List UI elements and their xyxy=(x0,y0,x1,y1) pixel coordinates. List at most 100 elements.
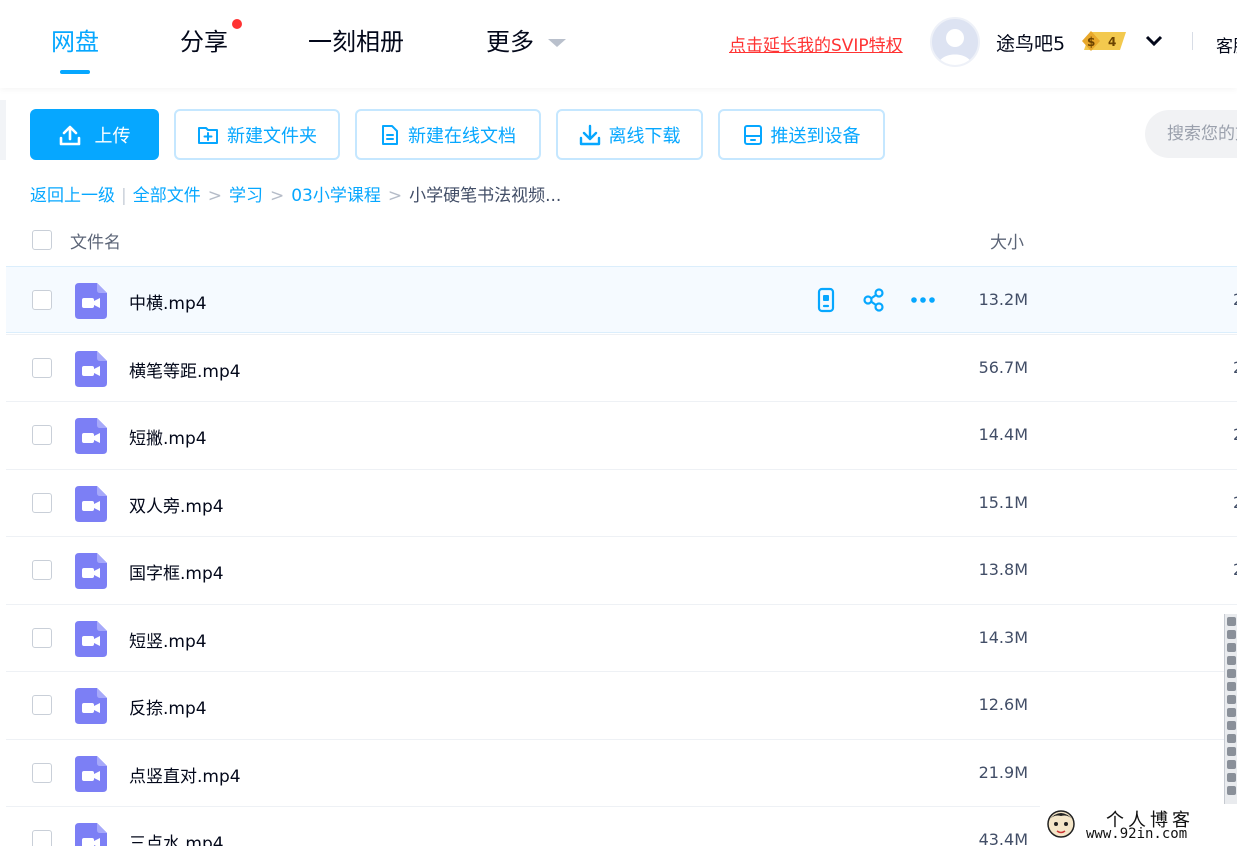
customer-service-link[interactable]: 客服 xyxy=(1216,32,1237,57)
table-row[interactable]: 反捺.mp4 12.6M xyxy=(6,671,1237,738)
breadcrumb-item-all-files[interactable]: 全部文件 xyxy=(133,186,201,206)
breadcrumb-separator: > xyxy=(269,186,285,206)
row-checkbox[interactable] xyxy=(32,830,52,846)
file-name[interactable]: 反捺.mp4 xyxy=(129,694,207,719)
floating-toolbar[interactable] xyxy=(1224,614,1237,810)
table-row[interactable]: 国字框.mp4 13.8M 2 xyxy=(6,536,1237,603)
file-date-truncated: 2 xyxy=(1233,290,1237,309)
folder-plus-icon xyxy=(198,126,218,144)
breadcrumb-item-study[interactable]: 学习 xyxy=(229,186,263,206)
file-size: 12.6M xyxy=(978,695,1028,714)
mascot-icon xyxy=(1047,810,1075,838)
file-name[interactable]: 三点水.mp4 xyxy=(129,829,224,846)
file-name[interactable]: 国字框.mp4 xyxy=(129,559,224,584)
file-date-truncated: 2 xyxy=(1233,560,1237,579)
video-file-icon xyxy=(75,823,107,846)
table-row[interactable]: 横笔等距.mp4 56.7M 2 xyxy=(6,333,1237,401)
svg-text:$: $ xyxy=(1087,35,1095,49)
video-file-icon xyxy=(75,350,107,387)
chevron-down-icon[interactable] xyxy=(1144,30,1164,50)
row-checkbox[interactable] xyxy=(32,290,52,310)
document-icon xyxy=(382,124,398,145)
download-icon xyxy=(579,124,600,145)
column-header-size[interactable]: 大小 xyxy=(990,228,1024,253)
table-row[interactable]: 双人旁.mp4 15.1M 2 xyxy=(6,468,1237,536)
video-file-icon xyxy=(75,485,107,522)
file-name[interactable]: 双人旁.mp4 xyxy=(129,492,224,517)
new-online-doc-label: 新建在线文档 xyxy=(408,125,516,147)
more-icon[interactable] xyxy=(910,287,935,313)
file-name[interactable]: 短撇.mp4 xyxy=(129,424,207,449)
breadcrumb-separator: > xyxy=(207,186,222,206)
column-header-name[interactable]: 文件名 xyxy=(70,228,121,253)
push-to-device-label: 推送到设备 xyxy=(770,125,861,147)
file-size: 15.1M xyxy=(978,492,1028,512)
nav-tab-share[interactable]: 分享 xyxy=(180,22,228,57)
file-size: 43.4M xyxy=(978,830,1028,846)
new-folder-label: 新建文件夹 xyxy=(227,125,317,147)
svg-text:4: 4 xyxy=(1108,35,1116,49)
video-file-icon xyxy=(75,688,107,724)
table-row[interactable]: 中横.mp4 13.2M 2 xyxy=(6,266,1237,333)
new-online-doc-button[interactable]: 新建在线文档 xyxy=(355,109,541,160)
divider xyxy=(1192,32,1193,50)
file-size: 21.9M xyxy=(978,762,1028,782)
phone-icon[interactable] xyxy=(814,287,838,313)
row-checkbox[interactable] xyxy=(32,492,52,513)
file-date-truncated: 2 xyxy=(1233,358,1237,377)
row-checkbox[interactable] xyxy=(32,425,52,445)
breadcrumb: 返回上一级 | 全部文件 > 学习 >03小学课程 > 小学硬笔书法视频... xyxy=(30,181,561,206)
row-actions xyxy=(814,287,935,313)
file-name[interactable]: 短竖.mp4 xyxy=(129,627,207,652)
table-row[interactable]: 短撇.mp4 14.4M 2 xyxy=(6,401,1237,468)
svip-level-badge: $ 4 xyxy=(1080,30,1128,52)
select-all-checkbox[interactable] xyxy=(32,230,52,250)
file-name[interactable]: 横笔等距.mp4 xyxy=(129,357,241,382)
username[interactable]: 途鸟吧5 xyxy=(996,29,1065,56)
row-checkbox[interactable] xyxy=(32,762,52,783)
nav-tab-more[interactable]: 更多 xyxy=(486,22,534,57)
video-file-icon xyxy=(75,755,107,792)
svip-renew-link[interactable]: 点击延长我的SVIP特权 xyxy=(729,31,903,56)
file-date-truncated: 2 xyxy=(1233,425,1237,444)
avatar[interactable] xyxy=(930,17,980,67)
table-row[interactable]: 短竖.mp4 14.3M xyxy=(6,603,1237,671)
share-icon[interactable] xyxy=(862,287,886,313)
chevron-down-icon[interactable] xyxy=(548,39,566,47)
nav-tab-netdisk[interactable]: 网盘 xyxy=(51,22,99,57)
offline-download-label: 离线下载 xyxy=(608,125,681,147)
video-file-icon xyxy=(75,418,107,454)
sidebar-edge xyxy=(0,100,6,160)
upload-button[interactable]: 上传 xyxy=(30,109,159,160)
file-date-truncated: 2 xyxy=(1233,493,1237,512)
active-tab-indicator xyxy=(60,70,90,74)
breadcrumb-item-course[interactable]: 03小学课程 xyxy=(291,186,381,206)
file-size: 56.7M xyxy=(978,357,1028,377)
watermark-url: www.92in.com xyxy=(1086,826,1188,842)
device-icon xyxy=(743,124,762,145)
table-row[interactable]: 点竖直对.mp4 21.9M xyxy=(6,738,1237,806)
upload-icon xyxy=(59,125,80,145)
file-size: 13.8M xyxy=(978,560,1028,579)
row-checkbox[interactable] xyxy=(32,560,52,580)
divider: | xyxy=(121,186,127,206)
row-checkbox[interactable] xyxy=(32,357,52,378)
row-checkbox[interactable] xyxy=(32,627,52,648)
offline-download-button[interactable]: 离线下载 xyxy=(556,109,703,160)
row-checkbox[interactable] xyxy=(32,695,52,715)
file-size: 14.3M xyxy=(978,627,1028,647)
breadcrumb-current: 小学硬笔书法视频... xyxy=(409,186,562,206)
watermark: 个人博客 www.92in.com xyxy=(1040,804,1237,846)
search-input[interactable]: 搜索您的文件 xyxy=(1145,110,1237,158)
file-size: 13.2M xyxy=(978,290,1028,309)
top-nav-bar: 网盘 分享 一刻相册 更多 点击延长我的SVIP特权 途鸟吧5 $ 4 客服 xyxy=(0,0,1237,88)
notification-dot xyxy=(232,19,242,29)
file-name[interactable]: 中横.mp4 xyxy=(129,289,207,314)
back-link[interactable]: 返回上一级 xyxy=(30,186,115,206)
file-name[interactable]: 点竖直对.mp4 xyxy=(129,762,241,787)
video-file-icon xyxy=(75,553,107,589)
new-folder-button[interactable]: 新建文件夹 xyxy=(174,109,340,160)
video-file-icon xyxy=(75,620,107,657)
nav-tab-album[interactable]: 一刻相册 xyxy=(308,22,404,57)
push-to-device-button[interactable]: 推送到设备 xyxy=(718,109,885,160)
